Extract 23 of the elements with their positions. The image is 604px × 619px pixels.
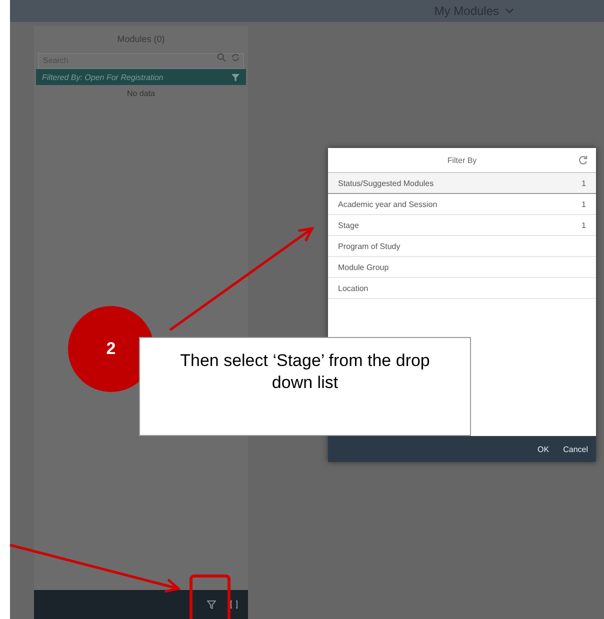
empty-message: No data [126,88,156,100]
callout-text: Then select ‘Stage’ from the drop down list [179,350,431,394]
filter-option[interactable]: Location [328,278,596,299]
option-count: 1 [582,178,586,188]
filter-option[interactable]: Stage 1 [328,215,596,236]
refresh-icon[interactable] [578,155,588,165]
cancel-button[interactable]: Cancel [563,444,588,454]
filter-option[interactable]: Academic year and Session 1 [328,194,596,215]
chevron-down-icon[interactable] [505,8,514,14]
filter-banner-text: Filtered By: Open For Registration [42,72,164,82]
option-count: 1 [582,220,586,230]
filter-icon[interactable] [207,600,216,609]
refresh-icon[interactable] [231,53,240,62]
filter-option[interactable]: Program of Study [328,236,596,257]
highlight-frame [190,574,230,619]
option-count: 1 [582,200,586,208]
bracket-icon[interactable] [230,600,238,609]
filter-option[interactable]: Module Group [328,257,596,278]
filter-option[interactable]: Status/Suggested Modules 1 [328,173,596,194]
ok-button[interactable]: OK [538,444,550,454]
search-icon[interactable] [217,53,226,62]
dialog-title: Filter By [447,156,477,164]
filter-icon[interactable] [231,72,240,82]
